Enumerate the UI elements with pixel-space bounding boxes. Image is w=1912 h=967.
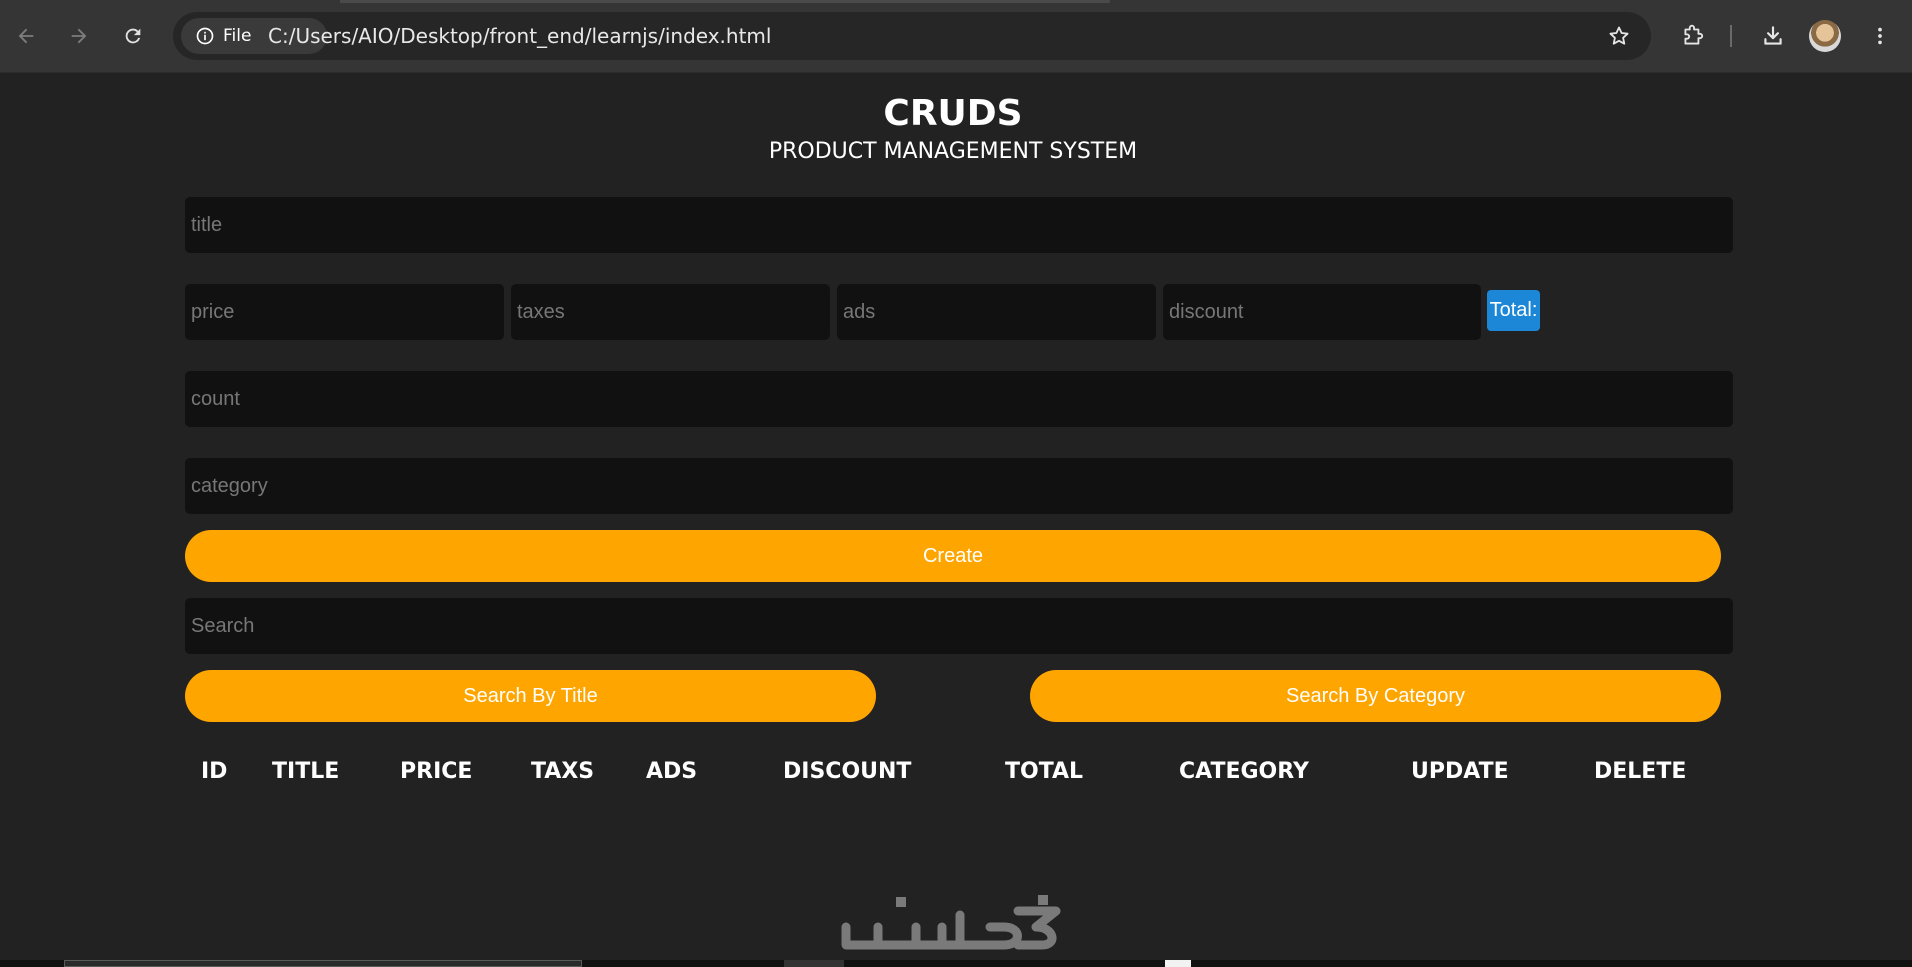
downloads-button[interactable] [1755,18,1791,54]
taskbar-item[interactable] [64,960,582,967]
tab-strip-edge [340,0,1110,3]
download-icon [1764,26,1782,45]
column-header-update: UPDATE [1411,759,1509,784]
back-button[interactable] [6,16,46,56]
extensions-button[interactable] [1675,18,1711,54]
avatar[interactable] [1809,20,1841,52]
toolbar-separator [1730,25,1732,47]
reload-icon [125,28,141,44]
site-chip-label: File [223,26,252,46]
column-header-total: TOTAL [1005,759,1084,784]
search-by-title-button[interactable]: Search By Title [185,670,876,722]
address-bar[interactable]: File C:/Users/AIO/Desktop/front_end/lear… [173,12,1651,60]
column-header-category: CATEGORY [1179,759,1309,784]
browser-menu-button[interactable] [1862,18,1898,54]
column-header-taxs: TAXS [531,759,595,784]
info-icon [196,27,214,45]
total-badge: Total: [1487,290,1540,331]
title-input[interactable] [185,197,1733,253]
column-header-delete: DELETE [1594,759,1687,784]
back-arrow-icon [18,28,34,44]
more-vert-icon [1878,27,1882,45]
reload-button[interactable] [113,16,153,56]
taskbar-item[interactable] [1165,960,1191,967]
column-header-title: TITLE [272,759,340,784]
search-by-category-button[interactable]: Search By Category [1030,670,1721,722]
browser-toolbar: File C:/Users/AIO/Desktop/front_end/lear… [0,0,1912,73]
category-input[interactable] [185,458,1733,514]
ads-input[interactable] [837,284,1156,340]
page-content: CRUDS PRODUCT MANAGEMENT SYSTEM Total: C… [0,73,1912,967]
page-title: CRUDS [883,93,1023,134]
price-input[interactable] [185,284,504,340]
taskbar-item[interactable] [784,960,844,967]
url-text[interactable]: C:/Users/AIO/Desktop/front_end/learnjs/i… [268,12,771,60]
column-header-price: PRICE [400,759,473,784]
create-button[interactable]: Create [185,530,1721,582]
search-input[interactable] [185,598,1733,654]
column-header-ads: ADS [646,759,698,784]
column-header-discount: DISCOUNT [783,759,912,784]
taxes-input[interactable] [511,284,830,340]
count-input[interactable] [185,371,1733,427]
watermark-logo [841,895,1061,950]
discount-input[interactable] [1163,284,1481,340]
extensions-puzzle-icon [1684,24,1704,45]
bottom-taskbar-strip [0,960,1912,967]
page-subtitle: PRODUCT MANAGEMENT SYSTEM [768,139,1138,164]
bookmark-button[interactable] [1603,20,1635,52]
table-header-row: ID TITLE PRICE TAXS ADS DISCOUNT TOTAL C… [0,752,1912,792]
column-header-id: ID [201,759,228,784]
forward-button[interactable] [59,16,99,56]
forward-arrow-icon [71,28,87,44]
star-icon [1609,26,1629,45]
